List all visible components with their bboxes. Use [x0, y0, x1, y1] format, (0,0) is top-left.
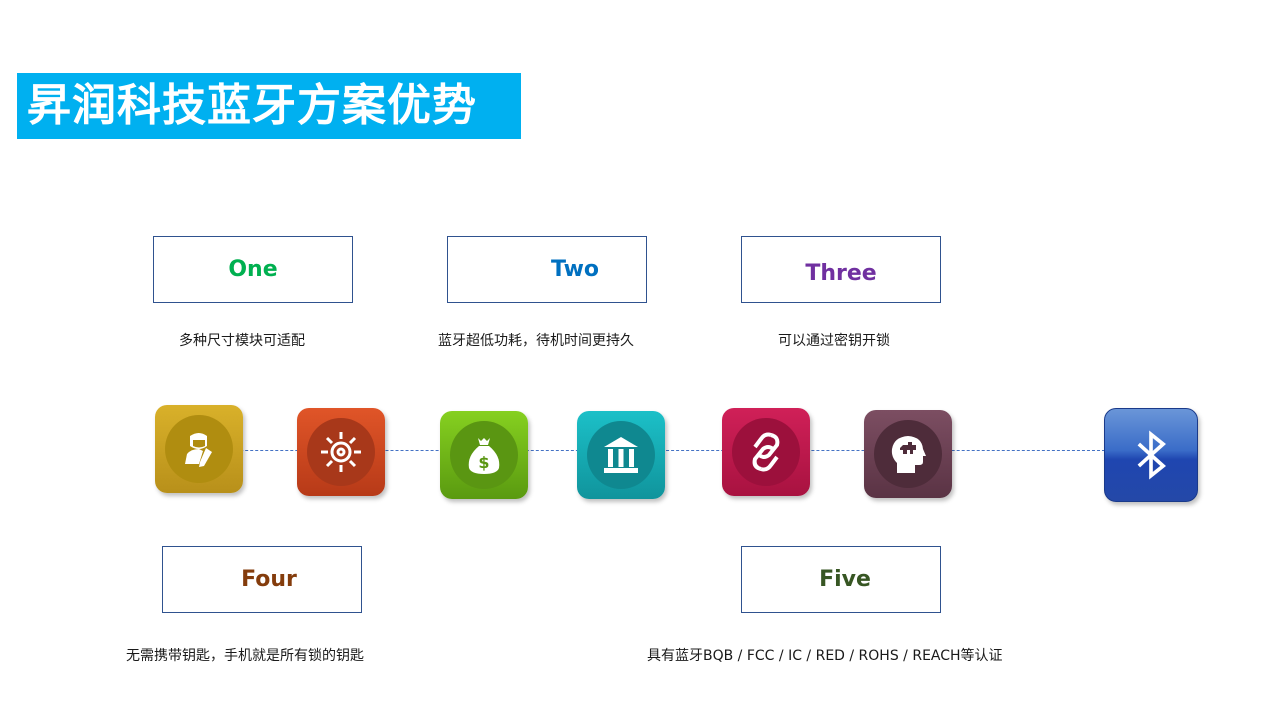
feature-description: 具有蓝牙BQB / FCC / IC / RED / ROHS / REACH等… [647, 648, 1003, 664]
feature-box-one: One [153, 236, 353, 303]
feature-description: 可以通过密钥开锁 [778, 333, 890, 349]
feature-box-two: Two [447, 236, 647, 303]
feature-description: 蓝牙超低功耗，待机时间更持久 [438, 333, 634, 349]
feature-description: 多种尺寸模块可适配 [179, 333, 305, 349]
feature-box-five: Five [741, 546, 941, 613]
link-icon [722, 408, 810, 496]
feature-label: One [228, 257, 278, 282]
feature-box-three: Three [741, 236, 941, 303]
person-edit-icon [155, 405, 243, 493]
title-banner: 昇润科技蓝牙方案优势 [17, 73, 521, 139]
head-puzzle-icon [864, 410, 952, 498]
feature-label: Two [550, 257, 600, 282]
feature-label: Three [805, 261, 877, 286]
money-bag-icon: $ [440, 411, 528, 499]
page-title: 昇润科技蓝牙方案优势 [27, 80, 477, 131]
feature-description: 无需携带钥匙，手机就是所有锁的钥匙 [126, 648, 364, 664]
bank-icon [577, 411, 665, 499]
feature-label: Four [241, 567, 297, 592]
feature-box-four: Four [162, 546, 362, 613]
ship-wheel-icon [297, 408, 385, 496]
feature-label: Five [819, 567, 871, 592]
bluetooth-icon [1104, 408, 1198, 502]
svg-text:$: $ [478, 453, 489, 472]
